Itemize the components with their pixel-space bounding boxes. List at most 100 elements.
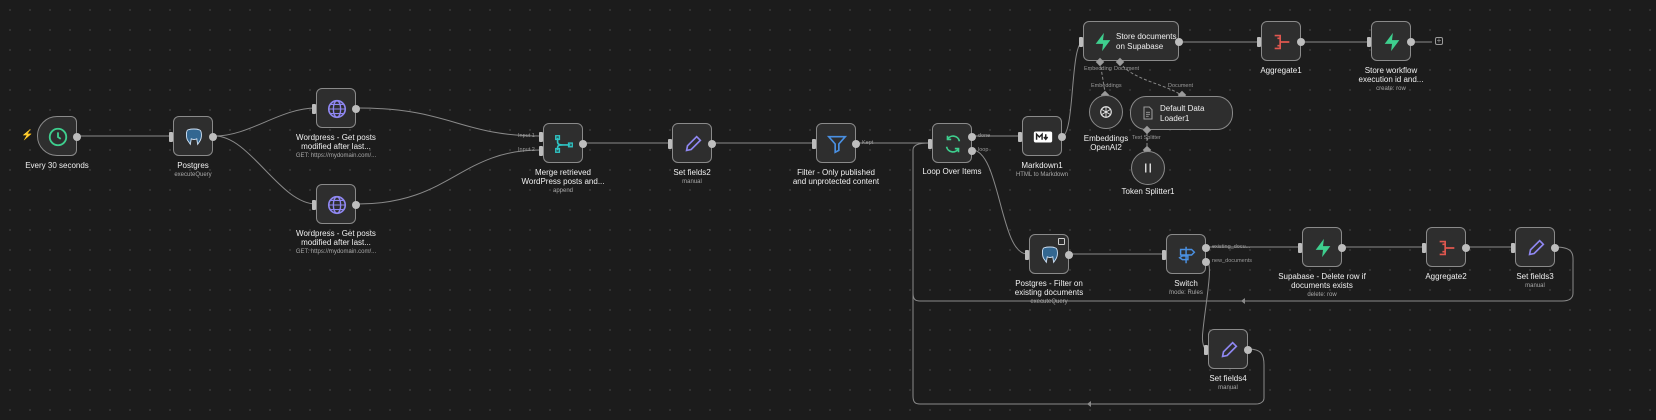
output-handle[interactable] (1338, 244, 1346, 252)
input-handle[interactable] (1367, 37, 1371, 47)
input-handle[interactable] (1257, 37, 1261, 47)
input-handle[interactable] (169, 132, 173, 142)
postgres-node[interactable] (169, 116, 217, 156)
node-settings-icon[interactable] (1058, 238, 1065, 245)
globe-icon (327, 99, 347, 119)
output-handle[interactable] (708, 140, 716, 148)
input-handle[interactable] (1079, 37, 1083, 47)
merge-node[interactable] (539, 123, 587, 163)
schedule-trigger-node[interactable] (37, 116, 81, 156)
clock-icon (48, 127, 68, 147)
set-fields2-node[interactable] (668, 123, 716, 163)
elephant-icon (1041, 246, 1058, 264)
filter-kept-label: Kept (862, 140, 874, 146)
switch-existing-label: existing_docu... (1212, 244, 1251, 250)
refresh-icon (945, 135, 961, 153)
output-handle-loop[interactable] (968, 147, 976, 155)
aggregate2-node[interactable] (1422, 227, 1470, 267)
postgres-sub: executeQuery (174, 172, 212, 178)
output-handle[interactable] (1297, 38, 1305, 46)
supabase-store-node[interactable]: Store documents on Supabase (1079, 21, 1183, 61)
default-data-loader-node[interactable]: Default Data Loader1 (1130, 96, 1233, 130)
aggregate-icon (1439, 240, 1455, 256)
input-handle[interactable] (1204, 345, 1208, 355)
postgres-filter-node[interactable] (1025, 234, 1073, 274)
set-fields4-label: Set fields4 (1209, 374, 1247, 383)
add-node-button[interactable]: + (1435, 37, 1443, 45)
wordpress-2-label-line2: modified after last... (301, 238, 371, 247)
embeddings-openai-node[interactable] (1089, 95, 1123, 129)
connection-lines (77, 41, 1574, 407)
set-fields3-label: Set fields3 (1516, 272, 1554, 281)
bolt-icon (1095, 32, 1111, 52)
embeddings-label-line2: OpenAI2 (1090, 143, 1122, 152)
supabase-delete-sub: delete: row (1307, 292, 1337, 298)
wordpress-2-sub: GET: https://mydomain.com/... (295, 249, 377, 255)
input-handle[interactable] (1162, 250, 1166, 260)
input-handle[interactable] (1511, 243, 1515, 253)
input-handle[interactable] (812, 139, 816, 149)
output-handle[interactable] (1065, 251, 1073, 259)
input-handle-2[interactable] (539, 146, 543, 156)
output-handle[interactable] (1244, 346, 1252, 354)
aggregate1-node[interactable] (1257, 21, 1305, 61)
loop-done-label: done (978, 133, 991, 139)
pencil-icon (1221, 341, 1238, 358)
openai-icon (1100, 106, 1112, 118)
loop-loop-label: loop (978, 147, 989, 153)
output-handle-done[interactable] (968, 133, 976, 141)
output-handle[interactable] (209, 133, 217, 141)
set-fields4-node[interactable] (1204, 329, 1252, 369)
output-handle[interactable] (852, 140, 860, 148)
pencil-icon (1528, 239, 1545, 256)
store-workflow-node[interactable] (1367, 21, 1415, 61)
supabase-delete-node[interactable] (1298, 227, 1346, 267)
input-handle[interactable] (312, 200, 316, 210)
globe-icon (327, 195, 347, 215)
output-handle[interactable] (352, 105, 360, 113)
output-handle-existing[interactable] (1202, 244, 1210, 252)
postgres-filter-sub: executeQuery (1030, 299, 1068, 305)
input-handle[interactable] (1018, 132, 1022, 142)
postgres-label: Postgres (177, 161, 209, 170)
merge-input2-label: Input 2 (518, 147, 535, 153)
output-handle[interactable] (73, 133, 81, 141)
set-fields3-node[interactable] (1511, 227, 1559, 267)
supabase-store-label-line2: on Supabase (1116, 42, 1164, 51)
embeddings-port-label: Embeddings (1091, 83, 1122, 89)
merge-icon (555, 135, 573, 153)
elephant-icon (185, 128, 202, 146)
filter-label-line2: and unprotected content (792, 177, 880, 186)
output-handle[interactable] (1407, 38, 1415, 46)
markdown-label: Markdown1 (1021, 161, 1063, 170)
input-handle[interactable] (1422, 243, 1426, 253)
input-handle[interactable] (928, 139, 932, 149)
wordpress-1-sub: GET: https://mydomain.com/... (295, 153, 377, 159)
output-handle[interactable] (1462, 244, 1470, 252)
wordpress-get-posts-node-2[interactable] (312, 184, 360, 224)
input-handle[interactable] (1025, 250, 1029, 260)
output-handle[interactable] (579, 140, 587, 148)
switch-node[interactable] (1162, 234, 1210, 274)
output-handle[interactable] (1175, 38, 1183, 46)
document-icon (1143, 106, 1153, 120)
token-splitter-node[interactable] (1131, 151, 1165, 185)
set-fields2-sub: manual (682, 179, 702, 185)
funnel-icon (826, 135, 848, 154)
bolt-icon (1384, 32, 1400, 52)
output-handle[interactable] (352, 201, 360, 209)
wordpress-get-posts-node-1[interactable] (312, 88, 360, 128)
input-handle[interactable] (312, 104, 316, 114)
input-handle[interactable] (1298, 243, 1302, 253)
output-handle[interactable] (1551, 244, 1559, 252)
output-handle-new[interactable] (1202, 258, 1210, 266)
input-handle-1[interactable] (539, 132, 543, 142)
loop-over-items-node[interactable] (928, 123, 976, 163)
markdown-sub: HTML to Markdown (1015, 172, 1069, 178)
filter-node[interactable] (812, 123, 860, 163)
merge-input1-label: Input 1 (518, 133, 535, 139)
input-handle[interactable] (668, 139, 672, 149)
set-fields4-sub: manual (1218, 385, 1238, 391)
supabase-embedding-port-label: Embedding (1084, 66, 1112, 72)
wordpress-1-label-line2: modified after last... (301, 142, 371, 151)
